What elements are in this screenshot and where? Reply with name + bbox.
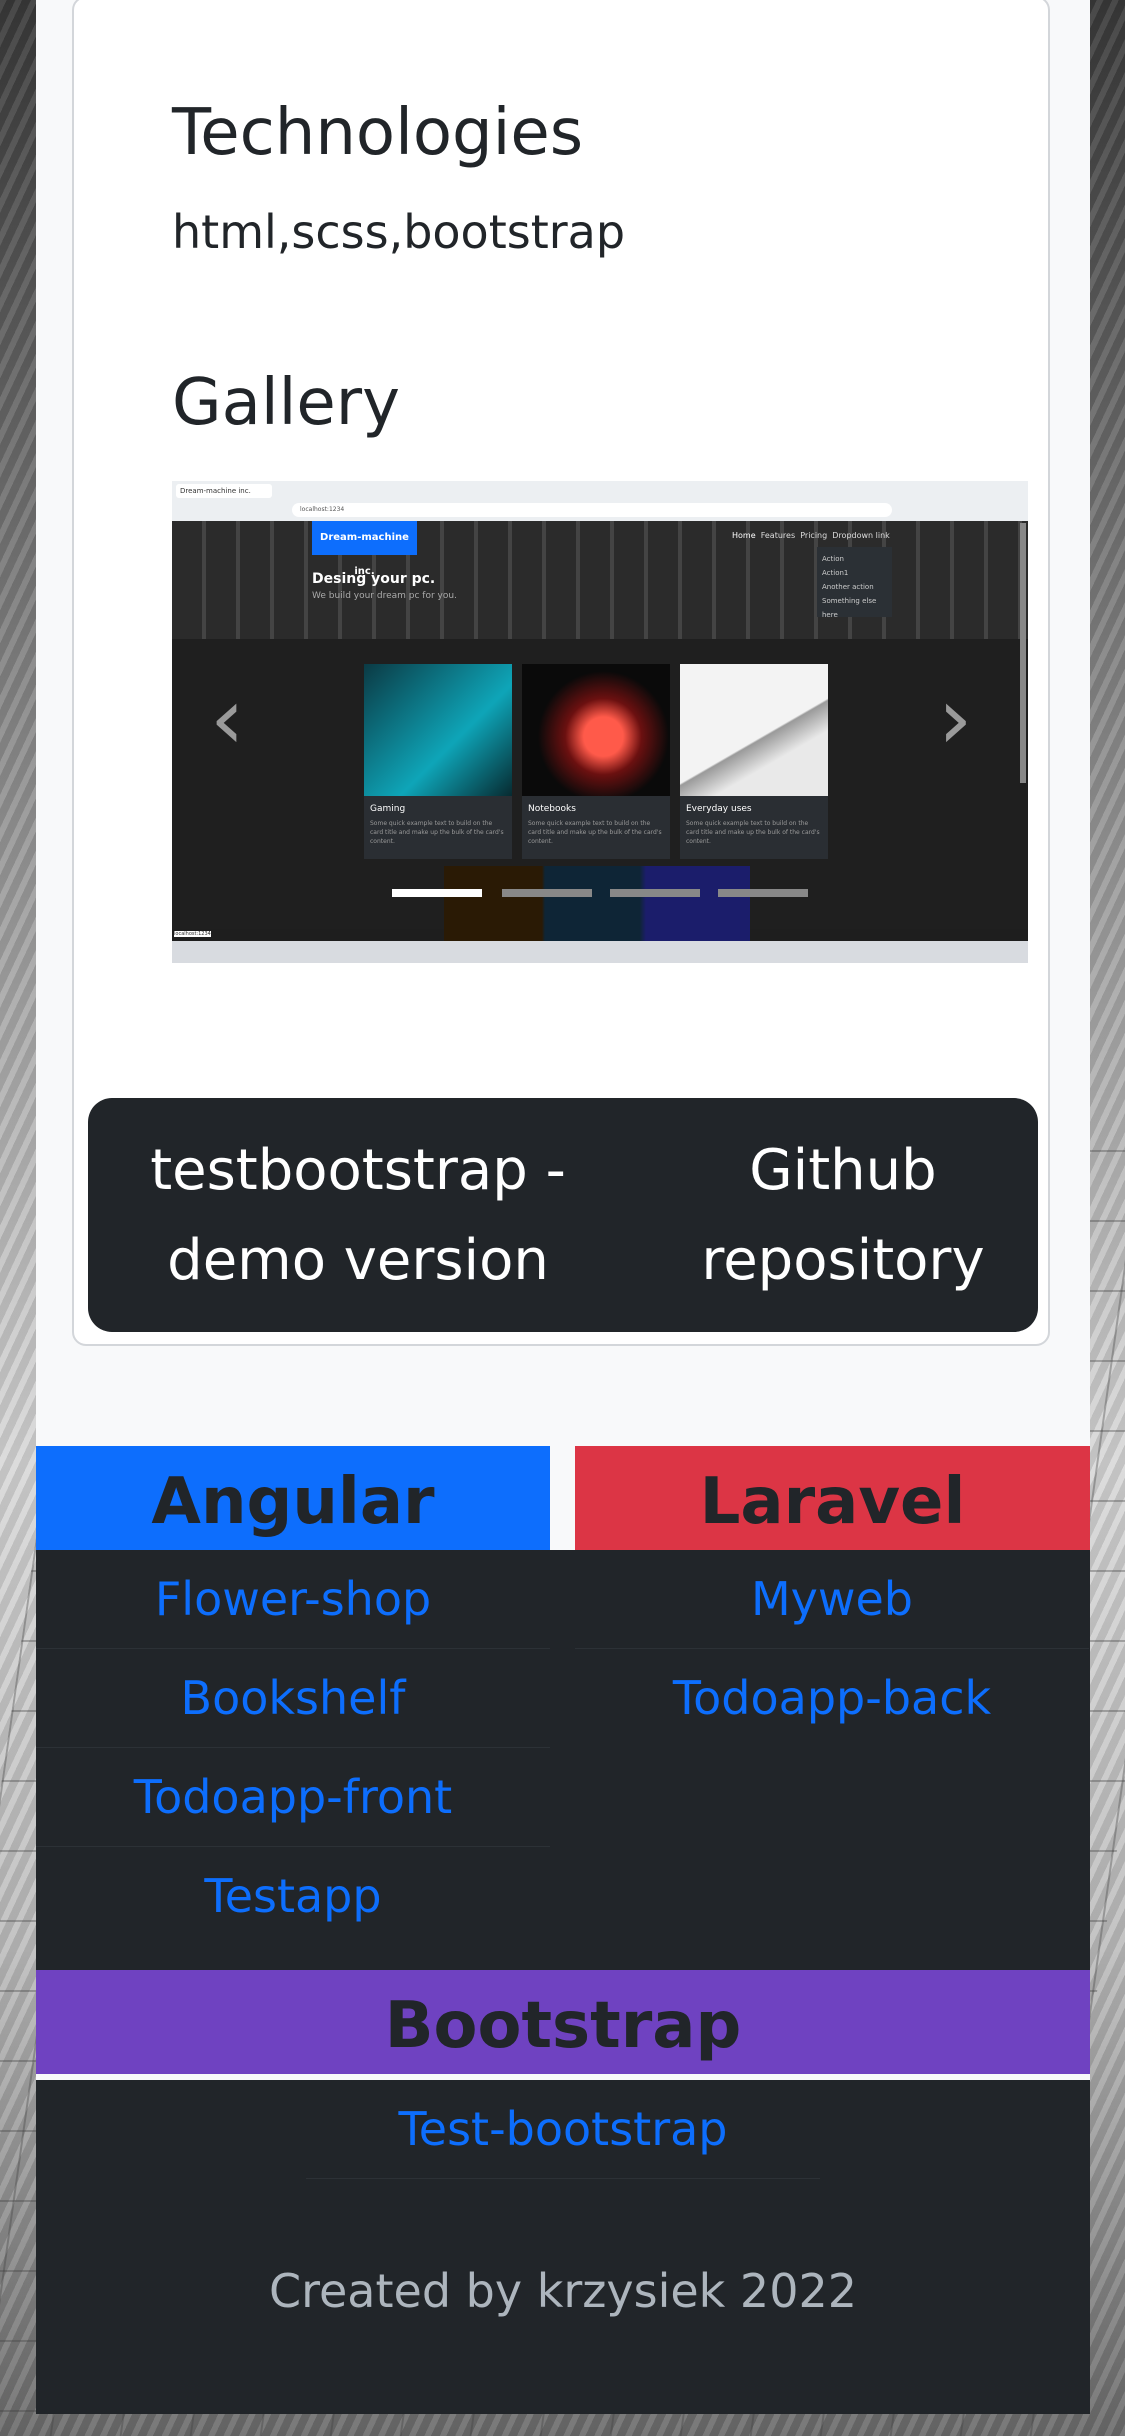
gallery-screenshot[interactable]: Dream-machine inc. localhost:1234 Dream-… <box>172 481 1028 963</box>
gallery-heading: Gallery <box>172 366 400 440</box>
browser-tab: Dream-machine inc. <box>176 484 272 498</box>
list-item-todoapp-back[interactable]: Todoapp-back <box>575 1649 1089 1747</box>
technologies-text: html,scss,bootstrap <box>172 205 626 259</box>
demo-link-line1: testbootstrap - <box>150 1138 566 1203</box>
card-image <box>364 664 512 796</box>
laravel-heading: Laravel <box>575 1446 1090 1550</box>
card-text: Some quick example text to build on the … <box>528 820 662 845</box>
list-item-bookshelf[interactable]: Bookshelf <box>36 1649 550 1748</box>
project-card: Technologies html,scss,bootstrap Gallery… <box>72 0 1050 1346</box>
list-item-test-bootstrap[interactable]: Test-bootstrap <box>306 2080 820 2179</box>
nav-pricing: Pricing <box>800 531 828 540</box>
footer: Test-bootstrap Created by krzysiek 2022 <box>36 2080 1090 2414</box>
hero-subtitle: We build your dream pc for you. <box>312 591 457 601</box>
technologies-heading: Technologies <box>172 96 584 170</box>
card-notebooks: Notebooks Some quick example text to bui… <box>522 664 670 859</box>
list-item-testapp[interactable]: Testapp <box>36 1847 550 1945</box>
bootstrap-heading: Bootstrap <box>36 1970 1090 2074</box>
nav-dropdown-menu: Action Action1 Another action Something … <box>817 547 892 619</box>
nav-features: Features <box>760 531 796 540</box>
demo-link[interactable]: testbootstrap - demo version <box>148 1126 568 1306</box>
github-link-line1: Github <box>749 1138 937 1203</box>
browser-url: localhost:1234 <box>292 503 892 517</box>
status-url: localhost:1234 <box>174 931 211 937</box>
nav-dropdown: Dropdown link <box>832 531 890 540</box>
list-item-myweb[interactable]: Myweb <box>575 1550 1089 1649</box>
card-gaming: Gaming Some quick example text to build … <box>364 664 512 859</box>
carousel-indicator[interactable] <box>610 889 700 897</box>
dropdown-item: Action1 <box>822 569 849 577</box>
carousel-thumbnails <box>444 866 750 942</box>
card-title: Gaming <box>370 804 406 814</box>
hero-title: Desing your pc. <box>312 571 436 587</box>
card-text: Some quick example text to build on the … <box>686 820 820 845</box>
carousel-next-icon[interactable]: › <box>938 676 972 762</box>
carousel-indicator[interactable] <box>718 889 808 897</box>
laravel-list: Myweb Todoapp-back <box>550 1550 1090 1970</box>
nav-home: Home <box>732 531 756 540</box>
os-taskbar: localhost:1234 <box>172 931 1028 963</box>
card-title: Notebooks <box>528 804 576 814</box>
card-everyday: Everyday uses Some quick example text to… <box>680 664 828 859</box>
card-title: Everyday uses <box>686 804 752 814</box>
github-link-line2: repository <box>701 1228 985 1293</box>
browser-chrome: Dream-machine inc. localhost:1234 <box>172 481 1028 521</box>
angular-list: Flower-shop Bookshelf Todoapp-front Test… <box>36 1550 550 1970</box>
list-item-flower-shop[interactable]: Flower-shop <box>36 1550 550 1649</box>
card-image <box>522 664 670 796</box>
carousel-indicator-active[interactable] <box>392 889 482 897</box>
carousel-prev-icon[interactable]: ‹ <box>210 676 244 762</box>
dropdown-item: Something else here <box>822 597 877 619</box>
scrollbar <box>1020 523 1026 783</box>
card-text: Some quick example text to build on the … <box>370 820 504 845</box>
demo-link-line2: demo version <box>167 1228 549 1293</box>
dropdown-item: Action <box>822 555 844 563</box>
list-item-todoapp-front[interactable]: Todoapp-front <box>36 1748 550 1847</box>
hero-banner <box>172 521 1028 639</box>
site-nav: Home Features Pricing Dropdown link <box>732 531 890 540</box>
dropdown-item: Another action <box>822 583 874 591</box>
github-link[interactable]: Github repository <box>688 1126 998 1306</box>
footer-credit: Created by krzysiek 2022 <box>268 2264 857 2318</box>
site-brand: Dream-machine inc. <box>312 521 417 577</box>
project-links-bar: testbootstrap - demo version Github repo… <box>88 1098 1038 1332</box>
card-image <box>680 664 828 796</box>
carousel-indicator[interactable] <box>502 889 592 897</box>
angular-heading: Angular <box>36 1446 550 1550</box>
